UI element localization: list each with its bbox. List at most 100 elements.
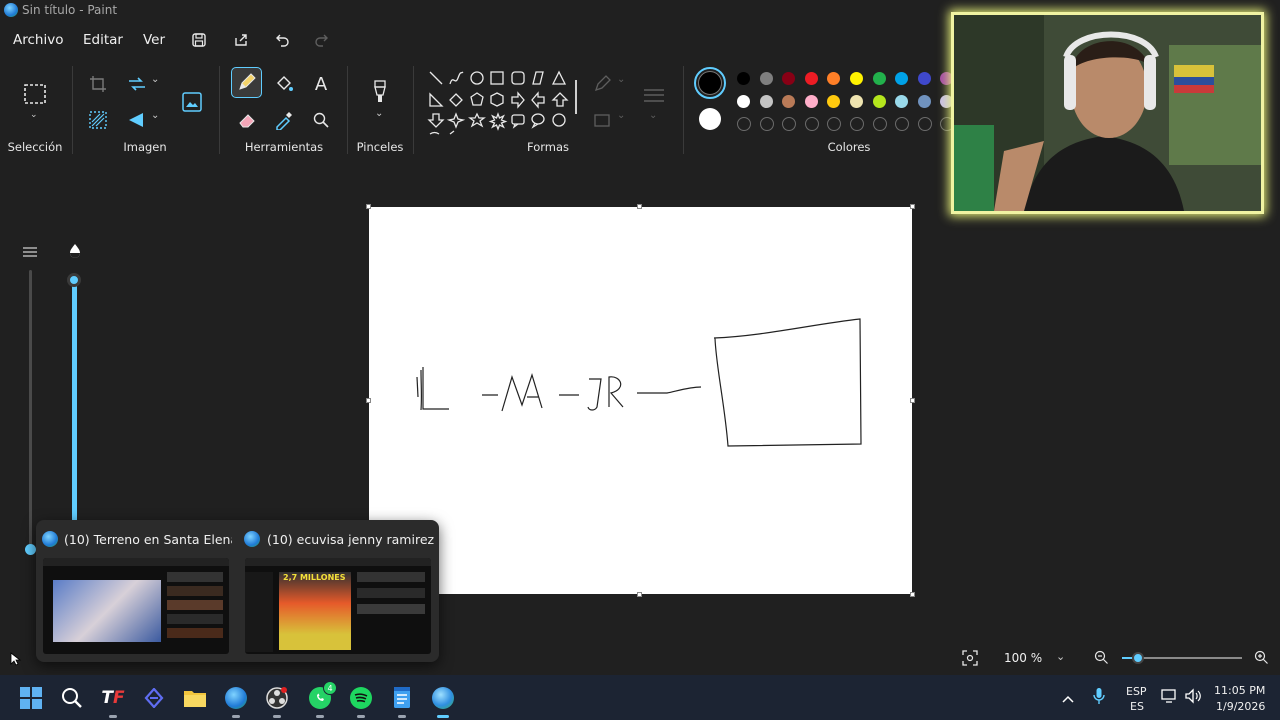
- palette-color-swatch[interactable]: [759, 72, 773, 85]
- palette-color-swatch[interactable]: [850, 94, 863, 108]
- chevron-down-icon[interactable]: ⌄: [617, 74, 625, 85]
- palette-color-swatch[interactable]: [850, 72, 863, 85]
- shapes-scrollbar[interactable]: [575, 80, 577, 114]
- palette-color-swatch[interactable]: [782, 72, 796, 85]
- custom-color-slot[interactable]: [895, 117, 910, 131]
- preview-title-2[interactable]: (10) ecuvisa jenny ramirez...: [267, 532, 435, 547]
- input-language[interactable]: ESP: [1126, 685, 1147, 698]
- custom-color-slot[interactable]: [782, 117, 797, 131]
- zoom-out-icon[interactable]: [1094, 650, 1109, 669]
- pencil-tool-button[interactable]: [231, 67, 262, 98]
- canvas-resize-handle[interactable]: [366, 398, 371, 403]
- preview-thumbnail-1[interactable]: [43, 558, 229, 654]
- palette-color-swatch[interactable]: [759, 94, 773, 108]
- network-icon[interactable]: [1161, 688, 1179, 708]
- spotify-icon[interactable]: [346, 683, 376, 713]
- stroke-size-slider-thumb[interactable]: [25, 544, 36, 555]
- palette-color-swatch[interactable]: [737, 94, 750, 108]
- menu-archivo[interactable]: Archivo: [13, 32, 63, 48]
- paint-app-icon[interactable]: [428, 683, 458, 713]
- fit-to-window-icon[interactable]: [962, 650, 978, 670]
- zoom-slider-thumb[interactable]: [1132, 652, 1144, 664]
- keyboard-layout[interactable]: ES: [1130, 700, 1144, 713]
- image-generator-icon[interactable]: [180, 90, 204, 114]
- preview-thumbnail-2[interactable]: 2,7 MILLONES: [245, 558, 431, 654]
- drawing-canvas[interactable]: [369, 207, 912, 594]
- preview-title-1[interactable]: (10) Terreno en Santa Elena...: [64, 532, 232, 547]
- primary-color-button[interactable]: [694, 67, 726, 99]
- shapes-gallery[interactable]: [424, 68, 574, 138]
- palette-color-swatch[interactable]: [895, 72, 909, 85]
- start-windows-icon[interactable]: [16, 683, 46, 713]
- palette-color-swatch[interactable]: [827, 94, 841, 108]
- canvas-resize-handle[interactable]: [637, 204, 642, 209]
- palette-color-swatch[interactable]: [917, 94, 931, 108]
- color-picker-icon[interactable]: [272, 108, 296, 132]
- custom-color-slot[interactable]: [917, 117, 932, 131]
- palette-color-swatch[interactable]: [737, 72, 750, 85]
- diamond-app-icon[interactable]: [139, 683, 169, 713]
- stroke-size-slider[interactable]: [29, 270, 32, 550]
- canvas-resize-handle[interactable]: [366, 204, 371, 209]
- select-all-icon[interactable]: [86, 108, 110, 132]
- custom-color-slot[interactable]: [850, 117, 864, 131]
- chevron-down-icon[interactable]: ⌄: [649, 110, 657, 121]
- zoom-dropdown-chevron-icon[interactable]: ⌄: [1056, 650, 1065, 663]
- chevron-down-icon[interactable]: ⌄: [617, 110, 625, 121]
- volume-icon[interactable]: [1185, 688, 1203, 708]
- menu-ver[interactable]: Ver: [143, 32, 165, 48]
- chevron-down-icon[interactable]: ⌄: [375, 108, 383, 119]
- palette-color-swatch[interactable]: [895, 94, 909, 108]
- chevron-down-icon[interactable]: ⌄: [30, 110, 38, 120]
- palette-color-swatch[interactable]: [804, 94, 818, 108]
- chevron-down-icon[interactable]: ⌄: [151, 110, 159, 121]
- opacity-slider-thumb[interactable]: [67, 273, 81, 287]
- magnifier-icon[interactable]: [309, 108, 333, 132]
- canvas-resize-handle[interactable]: [910, 398, 915, 403]
- clock-date[interactable]: 1/9/2026: [1216, 700, 1265, 713]
- eraser-icon[interactable]: [235, 108, 259, 132]
- canvas-resize-handle[interactable]: [910, 204, 915, 209]
- crop-icon[interactable]: [86, 72, 110, 96]
- search-icon[interactable]: [57, 683, 87, 713]
- rotate-icon[interactable]: [125, 108, 149, 132]
- whatsapp-icon[interactable]: 4: [305, 681, 337, 713]
- text-tool-icon[interactable]: A: [309, 72, 333, 96]
- palette-color-swatch[interactable]: [782, 94, 796, 108]
- stroke-size-icon[interactable]: [642, 84, 666, 108]
- edge-browser-icon[interactable]: [221, 683, 251, 713]
- outline-icon[interactable]: [590, 72, 614, 96]
- chevron-down-icon[interactable]: ⌄: [151, 74, 159, 85]
- save-icon[interactable]: [188, 29, 210, 51]
- notepad-icon[interactable]: [387, 683, 417, 713]
- redo-icon[interactable]: [310, 29, 332, 51]
- custom-color-slot[interactable]: [872, 117, 887, 131]
- obs-app-icon[interactable]: [262, 683, 292, 713]
- canvas-resize-handle[interactable]: [637, 592, 642, 597]
- palette-color-swatch[interactable]: [872, 72, 886, 85]
- resize-icon[interactable]: [125, 72, 149, 96]
- palette-color-swatch[interactable]: [804, 72, 818, 85]
- fill-bucket-icon[interactable]: [272, 72, 296, 96]
- fill-icon[interactable]: [590, 108, 614, 132]
- show-hidden-icons-chevron-icon[interactable]: [1062, 689, 1074, 708]
- clock-time[interactable]: 11:05 PM: [1214, 684, 1265, 697]
- palette-color-swatch[interactable]: [872, 94, 886, 108]
- secondary-color-swatch[interactable]: [699, 108, 721, 130]
- custom-color-slot[interactable]: [804, 117, 819, 131]
- microphone-icon[interactable]: [1093, 687, 1105, 709]
- canvas-resize-handle[interactable]: [910, 592, 915, 597]
- custom-color-slot[interactable]: [737, 117, 751, 131]
- palette-color-swatch[interactable]: [917, 72, 931, 85]
- share-icon[interactable]: [230, 29, 252, 51]
- opacity-slider[interactable]: [72, 282, 77, 522]
- custom-color-slot[interactable]: [759, 117, 774, 131]
- menu-editar[interactable]: Editar: [83, 32, 123, 48]
- file-explorer-icon[interactable]: [180, 683, 210, 713]
- undo-icon[interactable]: [272, 29, 294, 51]
- palette-color-swatch[interactable]: [827, 72, 841, 85]
- brush-icon[interactable]: [368, 80, 392, 104]
- custom-color-slot[interactable]: [827, 117, 842, 131]
- tf-app-icon[interactable]: TF: [98, 683, 128, 713]
- zoom-level[interactable]: 100 %: [1004, 651, 1042, 665]
